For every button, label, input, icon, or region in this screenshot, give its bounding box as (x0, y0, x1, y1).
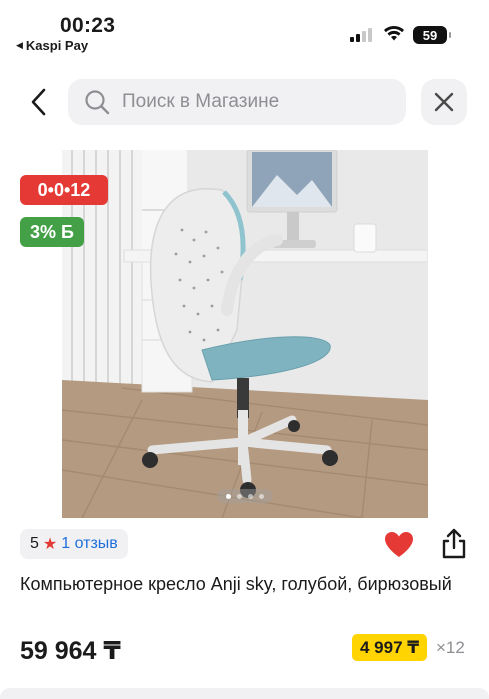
installment-months: ×12 (436, 638, 465, 657)
share-button[interactable] (440, 528, 468, 565)
reviews-link[interactable]: 1 отзыв (61, 535, 118, 553)
back-to-app-link[interactable]: ◀ Kaspi Pay (16, 38, 88, 53)
wifi-icon (383, 24, 405, 47)
gallery-dot[interactable] (248, 493, 253, 499)
back-triangle-icon: ◀ (16, 40, 23, 50)
product-image[interactable] (62, 150, 428, 518)
gallery-dot[interactable] (259, 493, 264, 499)
installment-badge: 0•0•12 (20, 175, 108, 205)
search-input[interactable] (122, 91, 382, 113)
back-button[interactable] (24, 84, 52, 120)
gallery-pagination[interactable] (217, 489, 273, 503)
search-bar[interactable] (68, 79, 406, 125)
gallery-dot[interactable] (226, 493, 231, 499)
close-button[interactable] (421, 79, 467, 125)
gallery-dot[interactable] (237, 493, 242, 499)
rating-chip[interactable]: 5 ★ 1 отзыв (20, 529, 128, 559)
search-icon (85, 90, 110, 115)
back-app-label: Kaspi Pay (25, 38, 89, 53)
star-icon: ★ (42, 536, 58, 553)
share-icon (442, 528, 466, 559)
bottom-sheet-edge (0, 688, 489, 699)
favorite-button[interactable] (384, 531, 414, 564)
rating-score: 5 (30, 535, 39, 552)
close-icon (434, 92, 454, 112)
cellular-signal-icon (350, 28, 372, 42)
monthly-payment-badge[interactable]: 4 997 ₸ (352, 634, 428, 661)
product-title: Компьютерное кресло Anji sky, голубой, б… (20, 574, 452, 594)
battery-icon: 59 (413, 26, 451, 44)
product-price: 59 964 ₸ (20, 637, 121, 665)
status-time: 00:23 (60, 14, 116, 37)
bonus-badge: 3% Б (20, 217, 84, 247)
status-bar: 00:23 ◀ Kaspi Pay 59 (0, 0, 489, 60)
heart-icon (385, 532, 413, 557)
chevron-left-icon (31, 88, 46, 116)
